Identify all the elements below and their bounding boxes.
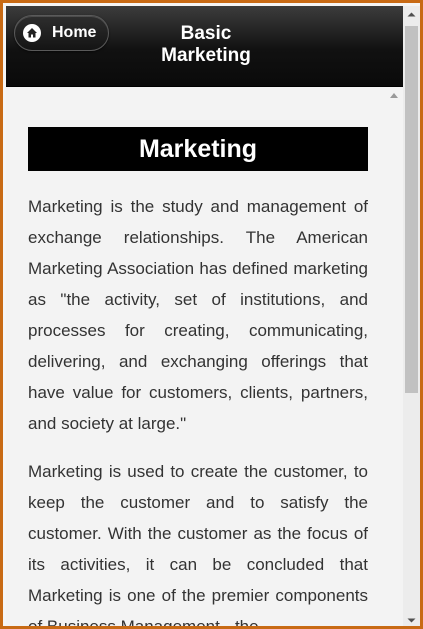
paragraph: Marketing is used to create the customer… (28, 462, 368, 629)
content-area: Marketing Marketing is the study and man… (6, 87, 386, 629)
home-button-label: Home (52, 24, 97, 41)
scrollbar-thumb[interactable] (405, 26, 418, 393)
page-title: Basic Marketing (136, 23, 276, 67)
section-heading: Marketing (28, 127, 368, 171)
page-title-line-1: Basic (180, 23, 232, 44)
home-button[interactable]: Home (14, 15, 109, 51)
content-scroll-up-icon[interactable] (390, 93, 398, 98)
page-title-line-2: Marketing (161, 45, 251, 66)
content-scrollbar[interactable] (386, 87, 403, 626)
paragraph: Marketing is the study and management of… (28, 197, 368, 433)
header-bar: Home Basic Marketing (6, 6, 403, 87)
scroll-up-arrow-icon[interactable] (403, 6, 420, 23)
scroll-down-arrow-icon[interactable] (403, 612, 420, 626)
window-scrollbar[interactable] (403, 6, 420, 626)
app-window: Home Basic Marketing Marketing Marketing… (0, 0, 423, 629)
home-icon (23, 24, 41, 42)
